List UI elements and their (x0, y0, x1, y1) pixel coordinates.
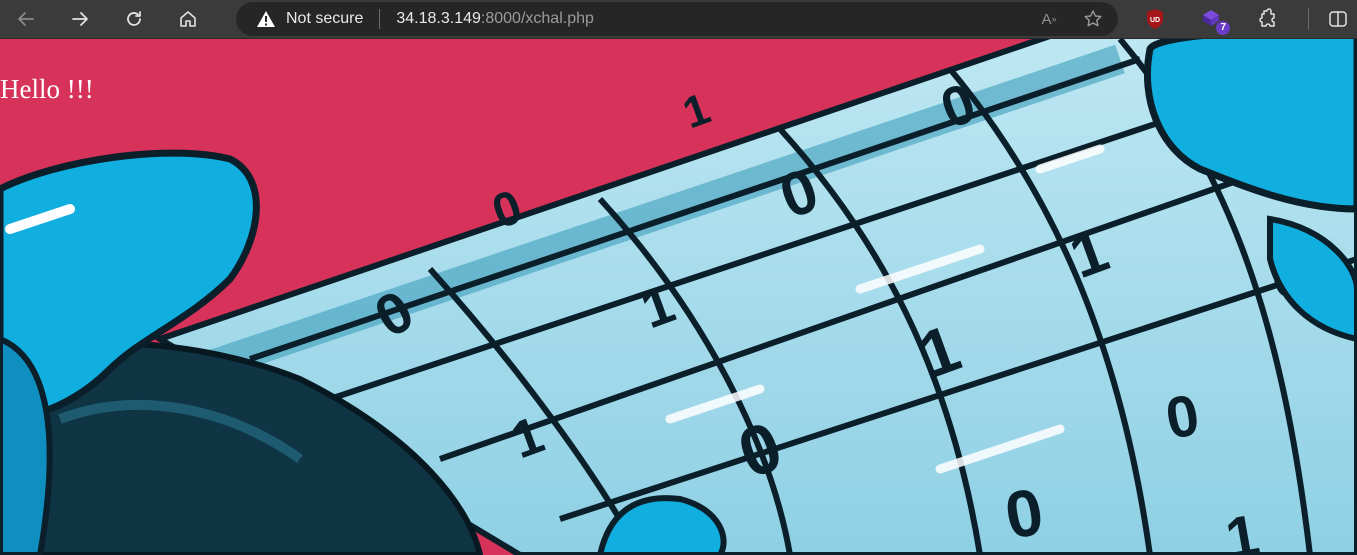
back-icon (18, 12, 34, 26)
address-separator (379, 9, 381, 29)
ublock-label: UD (1150, 17, 1160, 24)
address-bar[interactable]: Not secure 34.18.3.149:8000/xchal.php A» (236, 2, 1118, 36)
cryptex-digit: 1 (677, 84, 717, 138)
extensions-puzzle-icon[interactable] (1252, 5, 1282, 33)
security-label: Not secure (286, 10, 364, 27)
forward-button[interactable] (62, 4, 98, 34)
refresh-button[interactable] (116, 4, 152, 34)
forward-icon (72, 12, 88, 26)
extension-badge: 7 (1216, 21, 1230, 35)
url-host: 34.18.3.149 (396, 10, 481, 27)
security-indicator[interactable]: Not secure (256, 10, 363, 28)
url-path: :8000/xchal.php (480, 10, 594, 27)
read-aloud-icon[interactable]: A» (1038, 8, 1060, 30)
extension-purple-icon[interactable]: 7 (1196, 5, 1230, 35)
toolbar-divider (1308, 8, 1309, 30)
browser-toolbar: Not secure 34.18.3.149:8000/xchal.php A»… (0, 0, 1357, 39)
warning-icon (257, 11, 275, 27)
favorite-star-icon[interactable] (1082, 8, 1104, 30)
page-content: 0 1 0 0 1 1 0 1 0 1 0 1 0 0 Hello !!! (0, 39, 1357, 555)
cryptex-illustration: 0 1 0 0 1 1 0 1 0 1 0 1 0 0 (0, 39, 1357, 555)
home-icon (180, 11, 196, 27)
home-button[interactable] (170, 4, 206, 34)
url-text[interactable]: 34.18.3.149:8000/xchal.php (396, 10, 594, 28)
split-screen-icon[interactable] (1323, 5, 1353, 33)
ublock-icon[interactable]: UD (1140, 5, 1170, 33)
back-button[interactable] (8, 4, 44, 34)
greeting-text: Hello !!! (0, 74, 94, 104)
refresh-icon (127, 11, 141, 26)
